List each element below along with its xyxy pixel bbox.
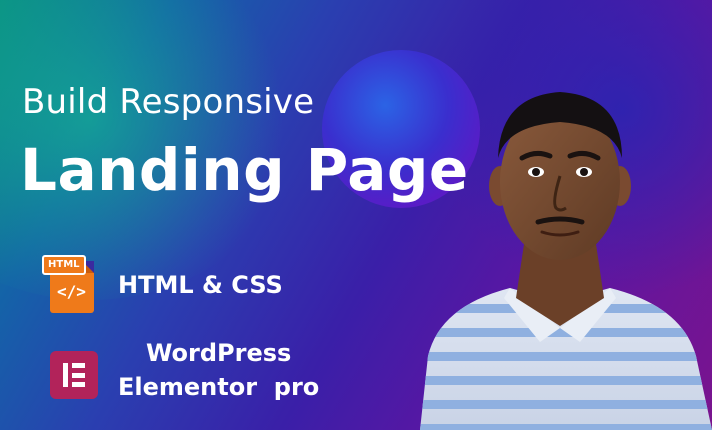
feature-label-wordpress-line2: Elementor pro: [118, 373, 320, 401]
feature-label-wordpress: WordPress Elementor pro: [118, 336, 319, 404]
gig-banner: Build Responsive Landing Page HTML </> H…: [0, 0, 712, 430]
presenter-portrait: [420, 92, 712, 430]
html-file-icon: HTML </>: [42, 255, 94, 315]
html-file-tag: HTML: [42, 255, 86, 275]
headline-subtitle: Build Responsive: [22, 82, 315, 122]
feature-label-wordpress-line1: WordPress: [145, 339, 292, 367]
feature-html-css: HTML </> HTML & CSS: [42, 255, 283, 315]
elementor-icon: [50, 351, 98, 399]
html-code-glyph: </>: [57, 282, 86, 301]
feature-label-html-css: HTML & CSS: [118, 271, 283, 299]
feature-wordpress-elementor: WordPress Elementor pro: [50, 339, 319, 404]
